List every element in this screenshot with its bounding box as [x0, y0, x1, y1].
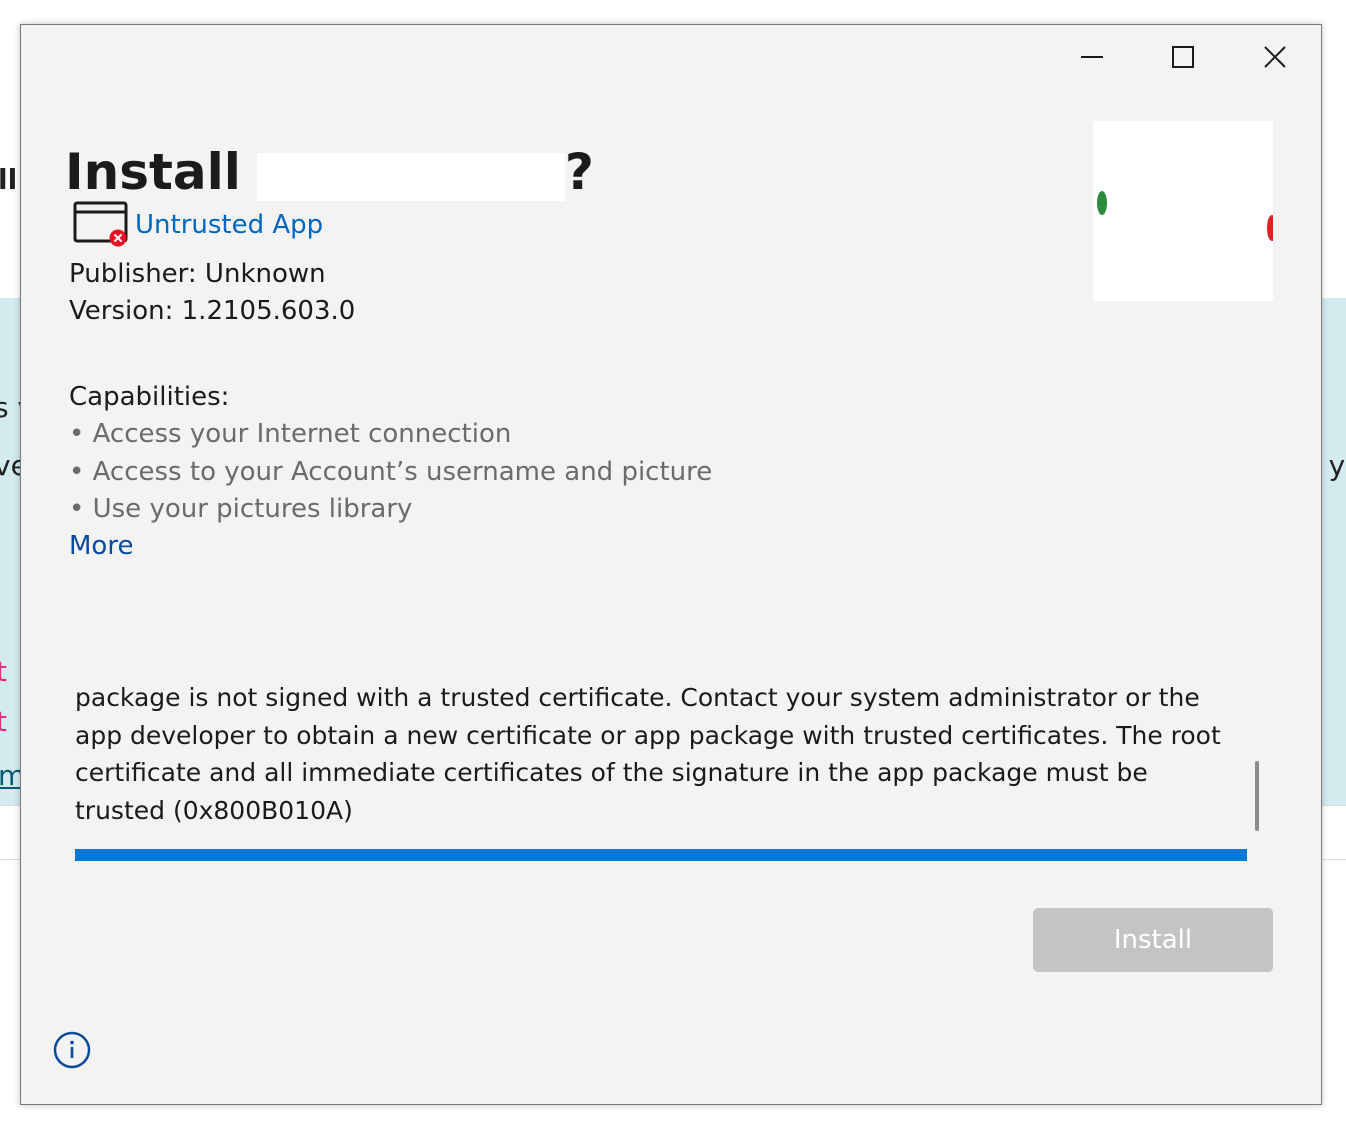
install-button[interactable]: Install [1033, 908, 1273, 972]
publisher-label: Publisher: Unknown [69, 259, 326, 289]
minimize-button[interactable] [1062, 35, 1122, 79]
error-message-box[interactable]: package is not signed with a trusted cer… [75, 685, 1255, 835]
progress-fill [75, 849, 1247, 861]
capability-item: • Access your Internet connection [69, 419, 512, 449]
install-progress-bar [75, 849, 1247, 861]
untrusted-app-icon [73, 201, 128, 247]
capability-item: • Access to your Account’s username and … [69, 457, 713, 487]
dialog-title: Install ? [65, 131, 594, 201]
title-prefix: Install [65, 143, 241, 201]
untrusted-app-link[interactable]: Untrusted App [135, 212, 323, 238]
background-link-fragment: t [0, 705, 7, 738]
app-logo [1093, 121, 1273, 301]
redacted-app-name [256, 153, 565, 201]
title-suffix: ? [564, 143, 594, 201]
info-icon [53, 1031, 91, 1069]
close-button[interactable] [1245, 35, 1305, 79]
more-capabilities-link[interactable]: More [69, 533, 133, 559]
version-label: Version: 1.2105.603.0 [69, 296, 356, 326]
maximize-icon [1172, 46, 1194, 68]
app-installer-dialog: Install ? Untrusted App Publisher: Unkno… [20, 24, 1322, 1105]
error-scrollbar[interactable] [1255, 761, 1259, 831]
background-text-fragment: ll [0, 163, 18, 196]
minimize-icon [1081, 56, 1103, 58]
close-icon [1264, 46, 1286, 68]
error-message: package is not signed with a trusted cer… [75, 685, 1221, 825]
capability-item: • Use your pictures library [69, 494, 413, 524]
info-button[interactable] [53, 1031, 91, 1069]
untrusted-app-row: Untrusted App [73, 201, 323, 249]
capabilities-heading: Capabilities: [69, 382, 230, 412]
maximize-button[interactable] [1153, 35, 1213, 79]
background-link-fragment: t [0, 655, 7, 688]
